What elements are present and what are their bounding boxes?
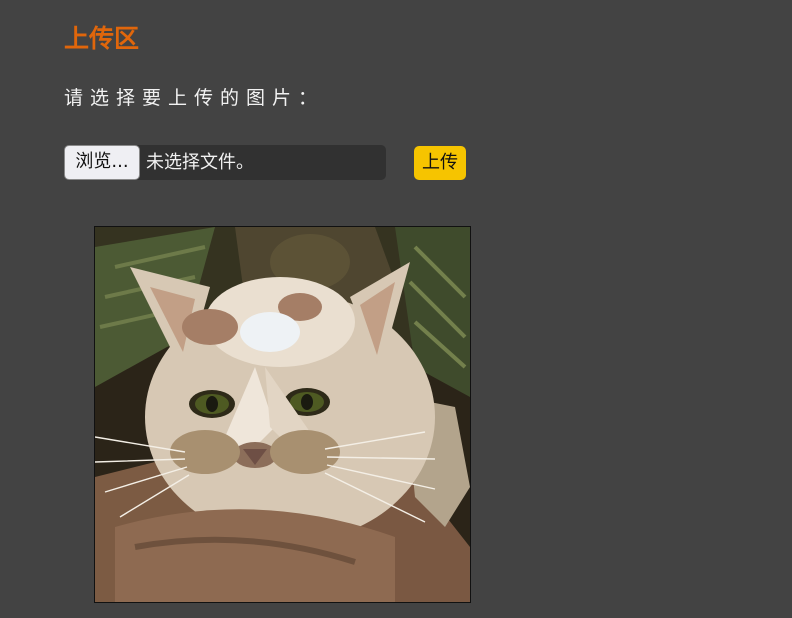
upload-button[interactable]: 上传 <box>414 146 466 180</box>
page-title: 上传区 <box>64 24 140 53</box>
file-input[interactable]: 浏览... 未选择文件。 <box>64 145 386 180</box>
cat-photo-icon <box>95 227 470 602</box>
image-preview <box>94 226 471 603</box>
file-status-text: 未选择文件。 <box>146 152 254 173</box>
browse-button[interactable]: 浏览... <box>64 145 140 180</box>
upload-prompt: 请选择要上传的图片： <box>64 87 325 109</box>
